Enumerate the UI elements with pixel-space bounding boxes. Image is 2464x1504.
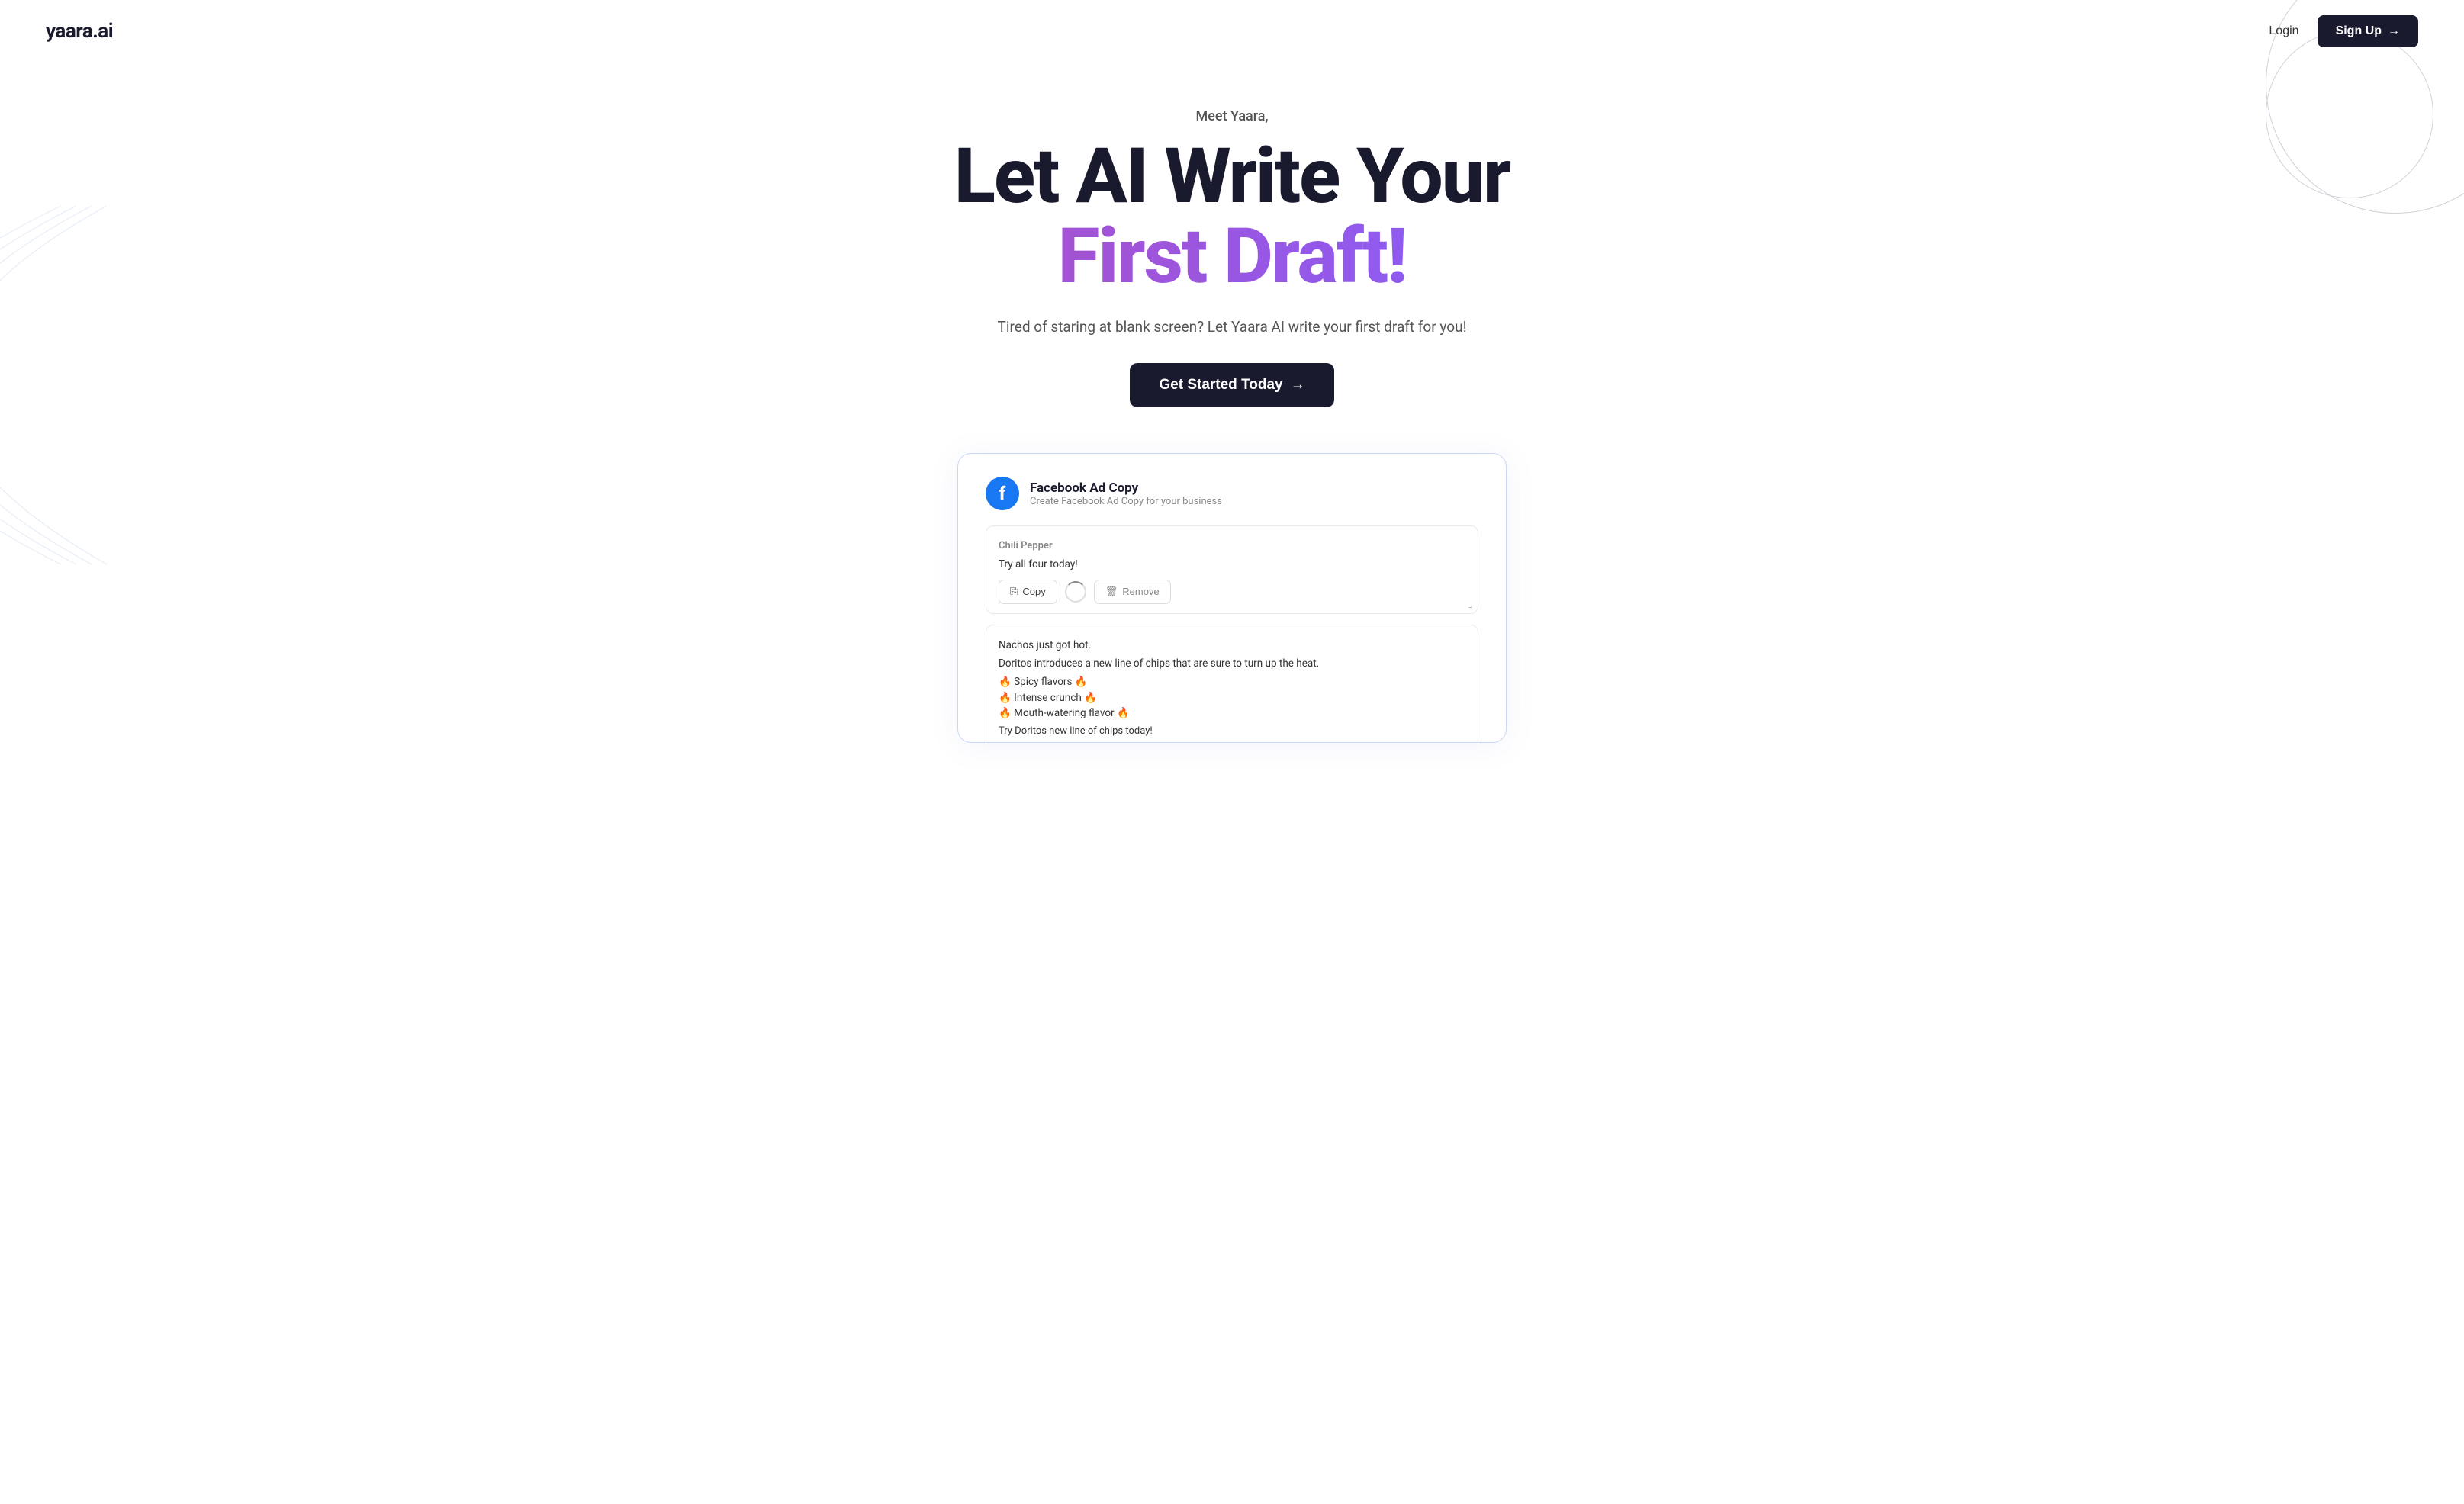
block2-cta: Try Doritos new line of chips today! (999, 724, 1465, 739)
demo-header: f Facebook Ad Copy Create Facebook Ad Co… (986, 477, 1478, 510)
facebook-icon: f (986, 477, 1019, 510)
logo: yaara.ai (46, 20, 113, 43)
hero-section: Meet Yaara, Let AI Write Your First Draf… (0, 63, 2464, 453)
hero-subtitle: Meet Yaara, (31, 108, 2433, 124)
block2-feature2: 🔥 Intense crunch 🔥 (999, 690, 1465, 705)
block1-remove-button[interactable]: 🗑 Remove (1094, 580, 1171, 604)
block1-product: Chili Pepper (999, 538, 1465, 554)
block2-features: 🔥 Spicy flavors 🔥 🔥 Intense crunch 🔥 🔥 M… (999, 674, 1465, 721)
get-started-button[interactable]: Get Started Today → (1130, 363, 1333, 407)
demo-card: f Facebook Ad Copy Create Facebook Ad Co… (957, 453, 1507, 743)
copy-icon: ⎘ (1010, 586, 1018, 598)
block1-copy-button[interactable]: ⎘ Copy (999, 580, 1057, 604)
resize-handle-1: ⌟ (1468, 598, 1473, 610)
output-block-1: Chili Pepper Try all four today! ⌟ ⎘ Cop… (986, 525, 1478, 614)
block2-feature3: 🔥 Mouth-watering flavor 🔥 (999, 705, 1465, 721)
signup-button[interactable]: Sign Up → (2318, 15, 2418, 47)
demo-wrapper: f Facebook Ad Copy Create Facebook Ad Co… (0, 453, 2464, 743)
tool-desc: Create Facebook Ad Copy for your busines… (1030, 496, 1222, 507)
nav-right: Login Sign Up → (2269, 15, 2418, 47)
hero-title-line2: First Draft! (31, 217, 2433, 297)
tool-name: Facebook Ad Copy (1030, 480, 1222, 496)
block1-tagline: Try all four today! (999, 557, 1465, 572)
block2-feature1: 🔥 Spicy flavors 🔥 (999, 674, 1465, 689)
block1-actions: ⎘ Copy 🗑 Remove (999, 580, 1465, 604)
trash-icon: 🗑 (1105, 586, 1118, 598)
loading-spinner (1065, 581, 1086, 603)
output-block-2: Nachos just got hot. Doritos introduces … (986, 625, 1478, 743)
navbar: yaara.ai Login Sign Up → (0, 0, 2464, 63)
block2-intro2: Doritos introduces a new line of chips t… (999, 656, 1465, 671)
hero-title-line1: Let AI Write Your (31, 137, 2433, 217)
cta-arrow-icon: → (1291, 377, 1305, 394)
hero-description: Tired of staring at blank screen? Let Ya… (31, 318, 2433, 336)
block2-intro1: Nachos just got hot. (999, 638, 1465, 653)
login-button[interactable]: Login (2269, 24, 2298, 38)
arrow-icon: → (2388, 24, 2400, 38)
